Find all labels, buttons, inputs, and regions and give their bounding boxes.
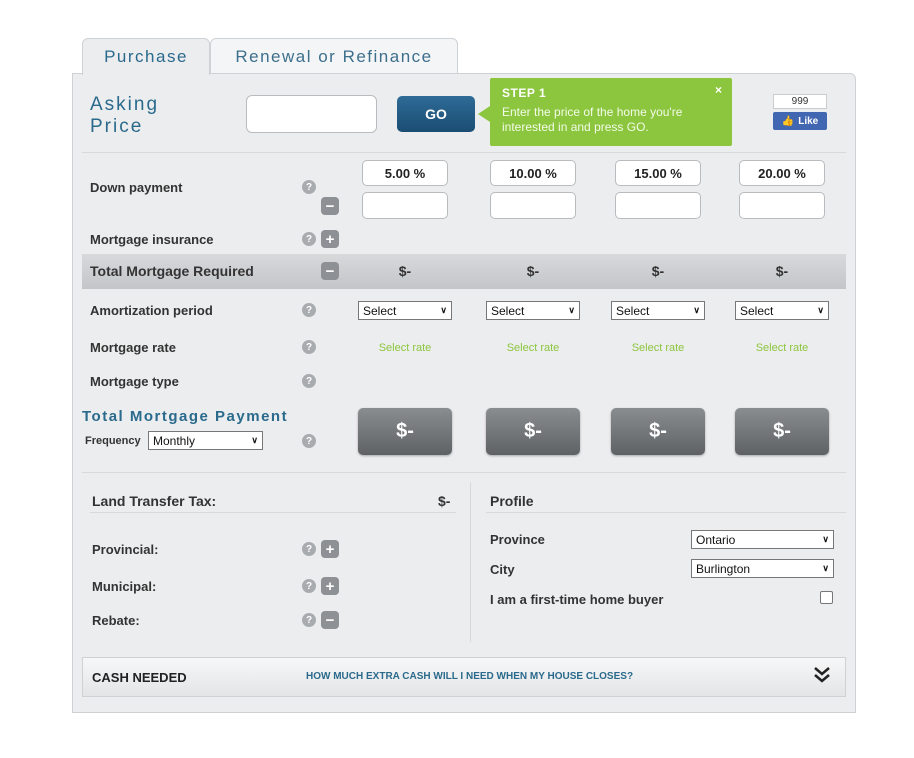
select-rate-link-4[interactable]: Select rate xyxy=(735,342,829,354)
select-value: Burlington xyxy=(696,561,751,576)
double-chevron-down-icon[interactable] xyxy=(812,664,832,690)
province-select[interactable]: Ontario ∨ xyxy=(691,530,834,549)
divider xyxy=(90,512,456,513)
plus-button[interactable]: + xyxy=(321,577,339,595)
plus-button[interactable]: + xyxy=(321,540,339,558)
land-transfer-value: $- xyxy=(438,493,451,509)
chevron-down-icon: ∨ xyxy=(440,305,447,315)
down-payment-amount-3[interactable] xyxy=(615,192,701,219)
select-rate-link-1[interactable]: Select rate xyxy=(358,342,452,354)
total-mortgage-label: Total Mortgage Required xyxy=(90,263,254,279)
frequency-select[interactable]: Monthly ∨ xyxy=(148,431,263,450)
help-icon[interactable]: ? xyxy=(302,374,316,388)
minus-button[interactable]: − xyxy=(321,197,339,215)
like-count: 999 xyxy=(773,94,827,109)
step-text: Enter the price of the home you're inter… xyxy=(502,105,683,134)
frequency-label: Frequency xyxy=(85,435,141,447)
select-value: Ontario xyxy=(696,532,736,547)
first-time-buyer-checkbox[interactable] xyxy=(820,591,833,604)
thumbs-up-icon: 👍 xyxy=(781,115,795,127)
down-payment-amount-1[interactable] xyxy=(362,192,448,219)
payment-value-1: $- xyxy=(358,408,452,455)
minus-button[interactable]: − xyxy=(321,262,339,280)
province-label: Province xyxy=(490,532,545,547)
amortization-select-3[interactable]: Select ∨ xyxy=(611,301,705,320)
chevron-down-icon: ∨ xyxy=(817,305,824,315)
chevron-down-icon: ∨ xyxy=(568,305,575,315)
select-value: Select xyxy=(491,303,525,318)
facebook-like-widget: 999 👍 Like xyxy=(773,94,827,134)
help-icon[interactable]: ? xyxy=(302,434,316,448)
profile-title: Profile xyxy=(490,493,534,509)
amortization-select-2[interactable]: Select ∨ xyxy=(486,301,580,320)
like-button[interactable]: 👍 Like xyxy=(773,112,827,130)
amortization-select-4[interactable]: Select ∨ xyxy=(735,301,829,320)
first-time-buyer-label: I am a first-time home buyer xyxy=(490,592,664,607)
total-payment-label: Total Mortgage Payment xyxy=(82,408,289,425)
divider xyxy=(82,152,846,153)
down-payment-label: Down payment xyxy=(90,180,183,195)
municipal-label: Municipal: xyxy=(92,579,157,594)
help-icon[interactable]: ? xyxy=(302,303,316,317)
down-payment-amount-4[interactable] xyxy=(739,192,825,219)
total-mortgage-value-4: $- xyxy=(775,263,789,279)
select-value: Select xyxy=(616,303,650,318)
divider xyxy=(486,512,846,513)
like-label: Like xyxy=(798,115,819,127)
minus-button[interactable]: − xyxy=(321,611,339,629)
help-icon[interactable]: ? xyxy=(302,542,316,556)
city-label: City xyxy=(490,562,515,577)
help-icon[interactable]: ? xyxy=(302,232,316,246)
total-mortgage-value-3: $- xyxy=(651,263,665,279)
mortgage-rate-label: Mortgage rate xyxy=(90,340,176,355)
chevron-down-icon: ∨ xyxy=(822,563,829,573)
select-rate-link-2[interactable]: Select rate xyxy=(486,342,580,354)
total-mortgage-value-2: $- xyxy=(526,263,540,279)
tab-purchase[interactable]: Purchase xyxy=(82,38,210,75)
asking-price-input[interactable] xyxy=(246,95,377,133)
down-payment-percent-4[interactable]: 20.00 % xyxy=(739,160,825,186)
chevron-down-icon: ∨ xyxy=(822,534,829,544)
select-value: Select xyxy=(363,303,397,318)
cash-needed-question[interactable]: HOW MUCH EXTRA CASH WILL I NEED WHEN MY … xyxy=(306,671,633,682)
close-icon[interactable]: × xyxy=(715,83,722,97)
cash-needed-title: CASH NEEDED xyxy=(92,670,187,685)
payment-value-4: $- xyxy=(735,408,829,455)
amortization-select-1[interactable]: Select ∨ xyxy=(358,301,452,320)
divider xyxy=(82,472,846,473)
city-select[interactable]: Burlington ∨ xyxy=(691,559,834,578)
chevron-down-icon: ∨ xyxy=(251,435,258,445)
down-payment-amount-2[interactable] xyxy=(490,192,576,219)
amortization-label: Amortization period xyxy=(90,303,213,318)
rebate-label: Rebate: xyxy=(92,613,140,628)
vertical-divider xyxy=(470,482,471,642)
provincial-label: Provincial: xyxy=(92,542,159,557)
mortgage-insurance-label: Mortgage insurance xyxy=(90,232,214,247)
down-payment-percent-2[interactable]: 10.00 % xyxy=(490,160,576,186)
select-rate-link-3[interactable]: Select rate xyxy=(611,342,705,354)
payment-value-3: $- xyxy=(611,408,705,455)
down-payment-percent-3[interactable]: 15.00 % xyxy=(615,160,701,186)
land-transfer-label: Land Transfer Tax: xyxy=(92,493,217,509)
asking-price-label: Asking Price xyxy=(90,94,160,137)
step-title: STEP 1 xyxy=(502,86,547,100)
chevron-down-icon: ∨ xyxy=(693,305,700,315)
down-payment-percent-1[interactable]: 5.00 % xyxy=(362,160,448,186)
select-value: Select xyxy=(740,303,774,318)
select-value: Monthly xyxy=(153,433,196,448)
help-icon[interactable]: ? xyxy=(302,613,316,627)
plus-button[interactable]: + xyxy=(321,230,339,248)
help-icon[interactable]: ? xyxy=(302,579,316,593)
help-icon[interactable]: ? xyxy=(302,340,316,354)
help-icon[interactable]: ? xyxy=(302,180,316,194)
mortgage-type-label: Mortgage type xyxy=(90,374,179,389)
step-tooltip: STEP 1 Enter the price of the home you'r… xyxy=(478,78,732,146)
payment-value-2: $- xyxy=(486,408,580,455)
go-button[interactable]: GO xyxy=(397,96,475,132)
total-mortgage-value-1: $- xyxy=(398,263,412,279)
tab-renewal-refinance[interactable]: Renewal or Refinance xyxy=(210,38,458,74)
